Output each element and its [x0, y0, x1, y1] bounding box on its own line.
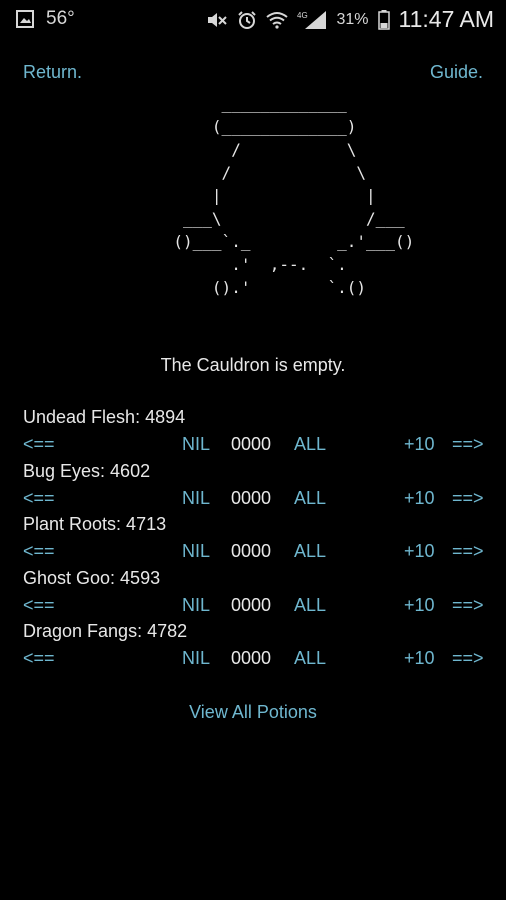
- increase-button[interactable]: ==>: [452, 648, 484, 669]
- ingredient-label: Ghost Goo: 4593: [23, 567, 161, 588]
- decrease-button[interactable]: <==: [23, 488, 55, 509]
- increase-button[interactable]: ==>: [452, 488, 484, 509]
- mute-icon: [206, 11, 228, 29]
- cauldron-status: The Cauldron is empty.: [160, 355, 346, 375]
- ingredient-label: Undead Flesh: 4894: [23, 407, 186, 427]
- network-type-text: 4G: [297, 11, 308, 20]
- view-all-potions-link[interactable]: View All Potions: [0, 702, 506, 723]
- ingredient-row-bug-eyes: Bug Eyes: 4602 <== NIL 0000 ALL +10 ==>: [0, 461, 506, 515]
- increase-button[interactable]: ==>: [452, 541, 484, 562]
- status-bar: 56° 4G 31% 11:47 AM: [0, 0, 506, 38]
- ingredient-row-ghost-goo: Ghost Goo: 4593 <== NIL 0000 ALL +10 ==>: [0, 568, 506, 622]
- increase-button[interactable]: ==>: [452, 434, 484, 455]
- ingredient-label: Plant Roots: 4713: [23, 514, 167, 534]
- plus-ten-button[interactable]: +10: [404, 648, 435, 669]
- ingredient-list: Undead Flesh: 4894 <== NIL 0000 ALL +10 …: [0, 407, 506, 675]
- cauldron-ascii-art: _____________ (_____________) / \ / \ | …: [173, 94, 415, 297]
- nil-button[interactable]: NIL: [182, 434, 210, 455]
- battery-icon: [377, 9, 390, 30]
- amount-value: 0000: [231, 594, 272, 615]
- plus-ten-button[interactable]: +10: [404, 488, 435, 509]
- plus-ten-button[interactable]: +10: [404, 595, 435, 616]
- nil-button[interactable]: NIL: [182, 541, 210, 562]
- nil-button[interactable]: NIL: [182, 595, 210, 616]
- amount-value: 0000: [231, 541, 272, 561]
- ingredient-label: Dragon Fangs: 4782: [23, 621, 188, 641]
- all-button[interactable]: ALL: [294, 541, 326, 562]
- nil-button[interactable]: NIL: [182, 648, 210, 669]
- wifi-icon: [266, 11, 289, 29]
- amount-value: 0000: [231, 487, 272, 508]
- all-button[interactable]: ALL: [294, 488, 326, 509]
- ingredient-row-dragon-fangs: Dragon Fangs: 4782 <== NIL 0000 ALL +10 …: [0, 621, 506, 675]
- nil-button[interactable]: NIL: [182, 488, 210, 509]
- status-bar-right: 4G 31% 11:47 AM: [206, 6, 494, 33]
- clock-time: 11:47 AM: [398, 6, 494, 32]
- all-button[interactable]: ALL: [294, 434, 326, 455]
- plus-ten-button[interactable]: +10: [404, 541, 435, 562]
- increase-button[interactable]: ==>: [452, 595, 484, 616]
- status-bar-left: 56°: [16, 8, 75, 30]
- amount-value: 0000: [231, 434, 272, 454]
- temperature-text: 56°: [46, 8, 75, 29]
- decrease-button[interactable]: <==: [23, 595, 55, 616]
- decrease-button[interactable]: <==: [23, 648, 55, 669]
- signal-4g-icon: 4G: [297, 10, 327, 30]
- battery-percent: 31%: [336, 10, 369, 28]
- all-button[interactable]: ALL: [294, 595, 326, 616]
- plus-ten-button[interactable]: +10: [404, 434, 435, 455]
- all-button[interactable]: ALL: [294, 648, 326, 669]
- ingredient-row-undead-flesh: Undead Flesh: 4894 <== NIL 0000 ALL +10 …: [0, 407, 506, 461]
- guide-link[interactable]: Guide.: [430, 62, 483, 83]
- alarm-icon: [237, 10, 257, 30]
- ingredient-row-plant-roots: Plant Roots: 4713 <== NIL 0000 ALL +10 =…: [0, 514, 506, 568]
- gallery-icon: [16, 10, 34, 28]
- ingredient-label: Bug Eyes: 4602: [23, 460, 151, 481]
- decrease-button[interactable]: <==: [23, 541, 55, 562]
- decrease-button[interactable]: <==: [23, 434, 55, 455]
- return-link[interactable]: Return.: [23, 62, 82, 83]
- amount-value: 0000: [231, 648, 272, 668]
